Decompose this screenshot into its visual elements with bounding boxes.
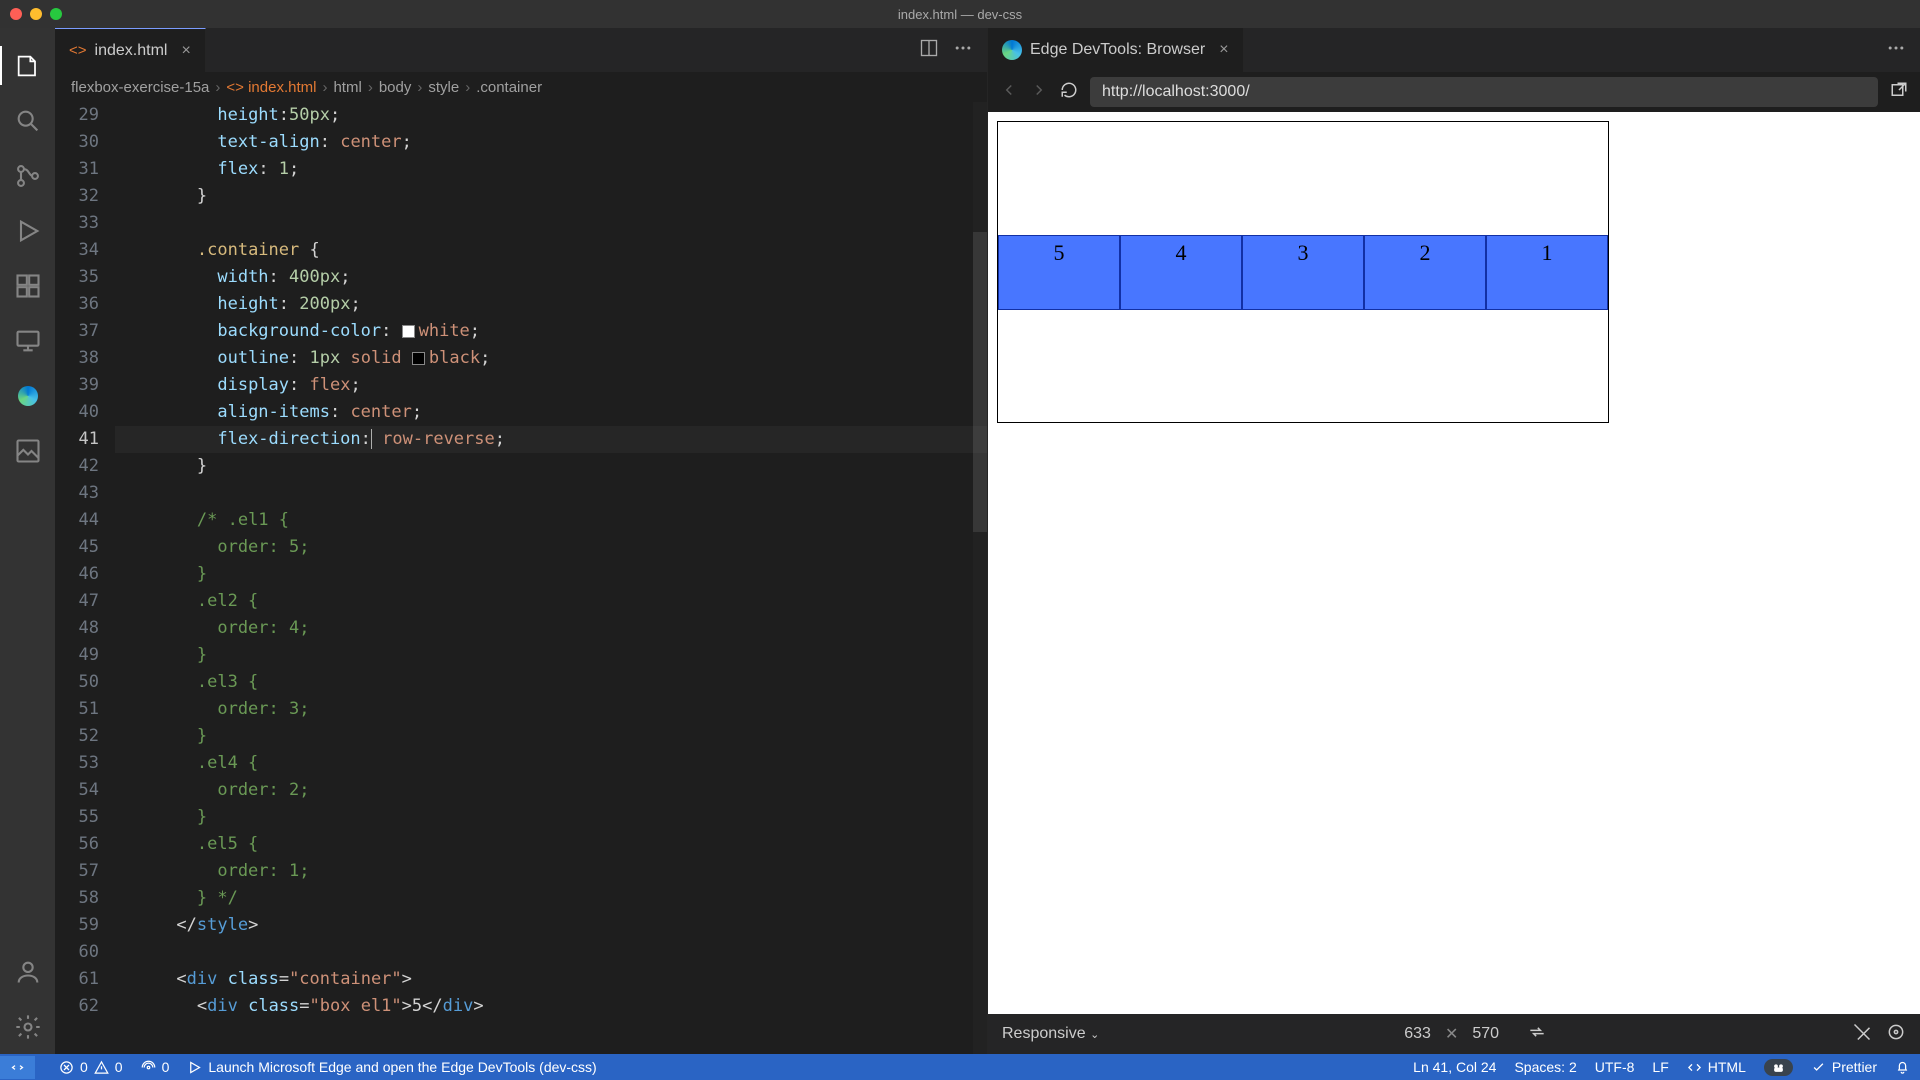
more-actions-icon[interactable]: [1886, 38, 1906, 63]
cursor-position[interactable]: Ln 41, Col 24: [1413, 1059, 1496, 1075]
scrollbar-thumb[interactable]: [973, 232, 987, 532]
screenshot-icon[interactable]: [1852, 1022, 1872, 1047]
responsive-dropdown[interactable]: Responsive ⌄: [1002, 1025, 1099, 1043]
html-file-icon: <>: [69, 42, 87, 59]
line-gutter: 2930313233343536373839404142434445464748…: [55, 102, 115, 1054]
status-bar: 0 0 0 Launch Microsoft Edge and open the…: [0, 1054, 1920, 1080]
reload-button[interactable]: [1060, 81, 1078, 104]
dimension-separator: ✕: [1445, 1024, 1458, 1044]
tab-label: Edge DevTools: Browser: [1030, 41, 1205, 59]
code-editor[interactable]: 2930313233343536373839404142434445464748…: [55, 102, 987, 1054]
language-mode[interactable]: HTML: [1687, 1059, 1746, 1075]
notifications-icon[interactable]: [1895, 1060, 1910, 1075]
copilot-indicator[interactable]: [1764, 1059, 1793, 1076]
breadcrumb-item[interactable]: <> index.html: [226, 79, 316, 96]
viewport-width[interactable]: 633: [1404, 1025, 1431, 1043]
image-preview-icon[interactable]: [0, 423, 55, 478]
window-title: index.html — dev-css: [898, 7, 1022, 22]
url-input[interactable]: http://localhost:3000/: [1090, 77, 1878, 107]
preview-box: 2: [1364, 235, 1486, 310]
prettier-indicator[interactable]: Prettier: [1811, 1059, 1877, 1075]
preview-container: 1 2 3 4 5: [998, 122, 1608, 422]
browser-viewport[interactable]: 1 2 3 4 5: [988, 112, 1920, 1014]
preview-box: 5: [998, 235, 1120, 310]
window-titlebar: index.html — dev-css: [0, 0, 1920, 28]
edge-tools-icon[interactable]: [0, 368, 55, 423]
browser-toolbar: http://localhost:3000/: [988, 72, 1920, 112]
split-editor-icon[interactable]: [919, 38, 939, 63]
window-controls: [10, 8, 62, 20]
remote-explorer-icon[interactable]: [0, 313, 55, 368]
back-button[interactable]: [1000, 81, 1018, 104]
rotate-icon[interactable]: [1527, 1022, 1547, 1047]
extensions-icon[interactable]: [0, 258, 55, 313]
tab-label: index.html: [95, 42, 168, 60]
devtools-footer: Responsive ⌄ 633 ✕ 570: [988, 1014, 1920, 1054]
breadcrumb[interactable]: flexbox-exercise-15a› <> index.html› htm…: [55, 72, 987, 102]
tab-close-icon[interactable]: ×: [181, 42, 190, 60]
activity-bar: [0, 28, 55, 1054]
minimize-window-button[interactable]: [30, 8, 42, 20]
breadcrumb-item[interactable]: html: [333, 79, 361, 96]
maximize-window-button[interactable]: [50, 8, 62, 20]
source-control-icon[interactable]: [0, 148, 55, 203]
tab-index-html[interactable]: <> index.html ×: [55, 28, 206, 72]
breadcrumb-item[interactable]: body: [379, 79, 412, 96]
preview-box: 3: [1242, 235, 1364, 310]
edge-icon: [1002, 40, 1022, 60]
encoding[interactable]: UTF-8: [1595, 1059, 1635, 1075]
search-icon[interactable]: [0, 93, 55, 148]
forward-button[interactable]: [1030, 81, 1048, 104]
remote-indicator[interactable]: [0, 1056, 35, 1079]
eol[interactable]: LF: [1652, 1059, 1668, 1075]
ports-indicator[interactable]: 0: [141, 1059, 170, 1075]
tab-edge-devtools[interactable]: Edge DevTools: Browser ×: [988, 28, 1244, 72]
editor-tabs: <> index.html ×: [55, 28, 987, 72]
breadcrumb-item[interactable]: flexbox-exercise-15a: [71, 79, 209, 96]
problems-indicator[interactable]: 0 0: [59, 1059, 123, 1075]
account-icon[interactable]: [0, 944, 55, 999]
devtools-tabs: Edge DevTools: Browser ×: [988, 28, 1920, 72]
open-external-icon[interactable]: [1890, 81, 1908, 104]
explorer-icon[interactable]: [0, 38, 55, 93]
tab-close-icon[interactable]: ×: [1219, 41, 1228, 59]
settings-gear-icon[interactable]: [0, 999, 55, 1054]
close-window-button[interactable]: [10, 8, 22, 20]
more-actions-icon[interactable]: [953, 38, 973, 63]
run-debug-icon[interactable]: [0, 203, 55, 258]
breadcrumb-item[interactable]: style: [428, 79, 459, 96]
scrollbar-track[interactable]: [973, 102, 987, 1054]
inspect-icon[interactable]: [1886, 1022, 1906, 1047]
preview-box: 1: [1486, 235, 1608, 310]
code-content[interactable]: height:50px; text-align: center; flex: 1…: [115, 102, 987, 1054]
viewport-height[interactable]: 570: [1472, 1025, 1499, 1043]
indentation[interactable]: Spaces: 2: [1514, 1059, 1576, 1075]
launch-edge-hint[interactable]: Launch Microsoft Edge and open the Edge …: [187, 1059, 596, 1075]
preview-box: 4: [1120, 235, 1242, 310]
breadcrumb-item[interactable]: .container: [476, 79, 542, 96]
